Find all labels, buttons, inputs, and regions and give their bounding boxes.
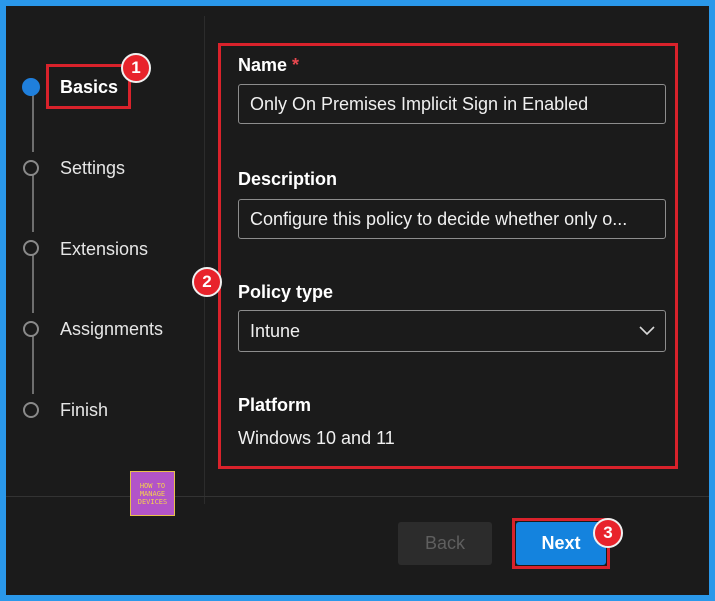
annotation-badge-1: 1 <box>121 53 151 83</box>
howto-manage-devices-logo: HOW TO MANAGE DEVICES <box>130 471 175 516</box>
back-button[interactable]: Back <box>398 522 492 565</box>
step-finish[interactable]: Finish <box>60 400 108 421</box>
stepper-connector <box>32 94 34 152</box>
logo-line-2: MANAGE <box>139 489 166 498</box>
sidebar-divider <box>204 16 205 504</box>
logo-line-3: DEVICES <box>137 497 168 506</box>
stepper-connector <box>32 336 34 394</box>
step-extensions-indicator <box>23 240 39 256</box>
step-basics-indicator <box>22 78 40 96</box>
step-settings[interactable]: Settings <box>60 158 125 179</box>
step-finish-indicator <box>23 402 39 418</box>
step-extensions[interactable]: Extensions <box>60 239 148 260</box>
annotation-box-basics <box>46 64 131 109</box>
logo-line-1: HOW TO <box>139 481 166 490</box>
annotation-badge-2: 2 <box>192 267 222 297</box>
step-settings-indicator <box>23 160 39 176</box>
step-assignments[interactable]: Assignments <box>60 319 163 340</box>
annotation-badge-3: 3 <box>593 518 623 548</box>
footer-divider <box>6 496 709 497</box>
annotation-box-form <box>218 43 678 469</box>
wizard-window: Basics Settings Extensions Assignments F… <box>6 6 709 595</box>
stepper-connector <box>32 255 34 313</box>
stepper-connector <box>32 174 34 232</box>
step-assignments-indicator <box>23 321 39 337</box>
